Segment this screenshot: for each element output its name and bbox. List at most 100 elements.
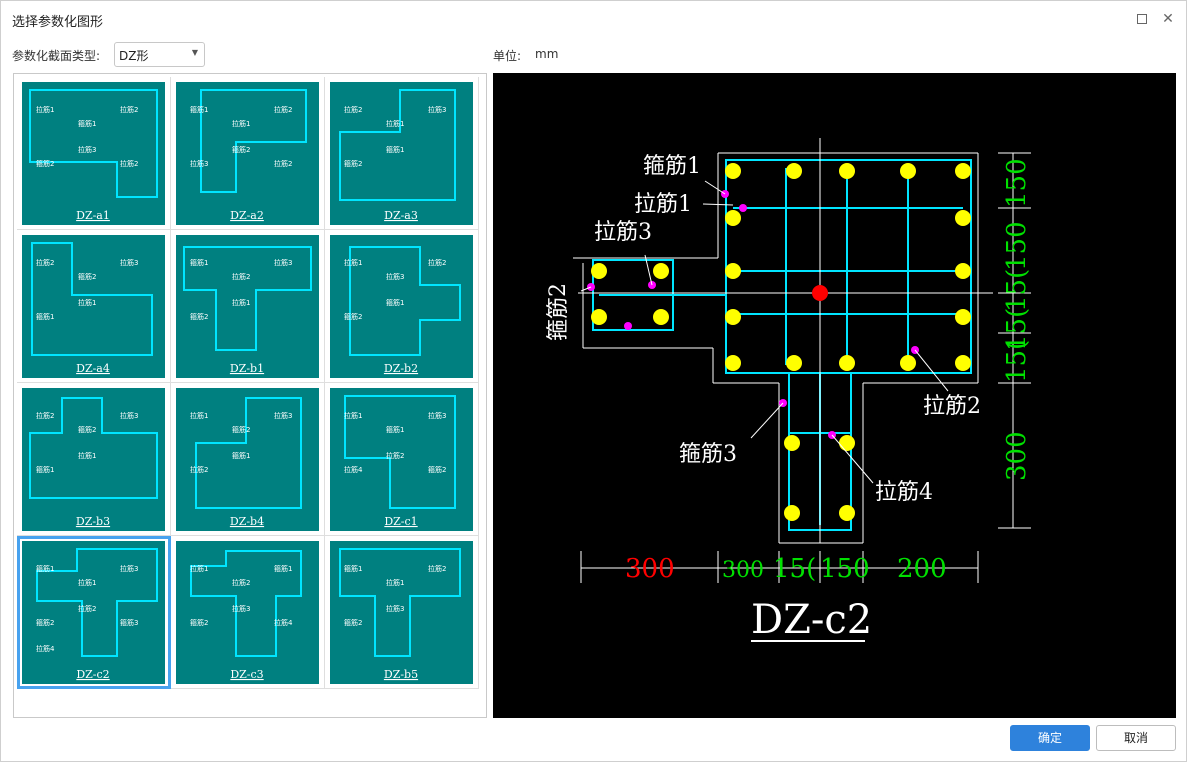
thumbnail-label: 箍筋2 [232,425,250,434]
dim-right-2: 150 [1002,221,1032,271]
thumbnail-label: 箍筋2 [344,312,362,321]
thumbnail-drawing: 拉筋2 拉筋1 拉筋3 箍筋2 箍筋1 DZ-a3 [330,82,473,225]
preview-drawing: 箍筋1 拉筋1 拉筋3 箍筋2 拉筋2 箍筋3 拉筋4 300 300 15(… [546,138,1032,643]
thumbnail-label: 箍筋1 [36,312,54,321]
shape-thumbnail[interactable]: 拉筋1 拉筋3 拉筋2 箍筋2 箍筋1 DZ-b2 [325,230,479,383]
thumbnail-label: 拉筋3 [120,564,138,573]
close-icon[interactable]: ✕ [1158,9,1178,29]
chevron-down-icon: ▼ [191,48,198,57]
thumbnail-label: 拉筋1 [78,298,96,307]
thumbnail-label: 拉筋3 [190,159,208,168]
shape-thumbnail[interactable]: 箍筋1 拉筋2 拉筋3 箍筋2 拉筋1 DZ-b1 [171,230,325,383]
thumbnail-label: 拉筋3 [428,411,446,420]
label-stirrup3: 箍筋3 [679,442,737,467]
preview-ties [599,168,963,525]
rebar-dot [839,355,855,371]
shape-thumbnail[interactable]: 拉筋2 拉筋1 拉筋3 箍筋2 箍筋1 DZ-a3 [325,77,479,230]
shape-thumbnail[interactable]: 拉筋1 箍筋1 拉筋2 箍筋2 拉筋3 拉筋2 DZ-a1 [17,77,171,230]
section-type-label: 参数化截面类型: [12,49,101,63]
shape-preview: 箍筋1 拉筋1 拉筋3 箍筋2 拉筋2 箍筋3 拉筋4 300 300 15(… [493,73,1176,718]
rebar-dot [784,435,800,451]
thumbnail-caption: DZ-b2 [384,362,418,375]
thumbnail-drawing: 拉筋2 箍筋2 拉筋3 箍筋1 拉筋1 DZ-b3 [22,388,165,531]
dialog-title: 选择参数化图形 [12,15,104,30]
thumbnail-label: 拉筋2 [274,105,292,114]
shape-thumbnail[interactable]: 拉筋1 拉筋2 箍筋1 箍筋2 拉筋3 拉筋4 DZ-c3 [171,536,325,689]
rebar-dot [839,163,855,179]
shape-thumbnail[interactable]: 拉筋2 箍筋2 拉筋3 箍筋1 拉筋1 DZ-a4 [17,230,171,383]
thumbnail-label: 箍筋2 [36,159,54,168]
rebar-dot [955,263,971,279]
rebar-dot [839,505,855,521]
tie-point [739,204,747,212]
thumbnail-label: 拉筋1 [190,564,208,573]
thumbnail-label: 拉筋2 [120,105,138,114]
rebar-dot [955,163,971,179]
thumbnail-label: 拉筋2 [428,564,446,573]
shape-thumbnail[interactable]: 箍筋1 拉筋1 拉筋2 拉筋3 箍筋2 拉筋2 DZ-a2 [171,77,325,230]
thumbnail-label: 箍筋1 [386,145,404,154]
thumbnail-drawing: 拉筋1 拉筋3 拉筋2 箍筋2 箍筋1 DZ-b2 [330,235,473,378]
shape-thumbnail[interactable]: 箍筋1 拉筋1 拉筋3 箍筋2 拉筋2 箍筋3 拉筋4 DZ-c2 [17,536,171,689]
cancel-button[interactable]: 取消 [1096,725,1176,751]
thumbnail-label: 箍筋2 [428,465,446,474]
thumbnail-drawing: 拉筋2 箍筋2 拉筋3 箍筋1 拉筋1 DZ-a4 [22,235,165,378]
thumbnail-caption: DZ-b5 [384,668,418,681]
thumbnail-label: 拉筋1 [36,105,54,114]
rebar-dot [784,505,800,521]
rebar-dot [955,210,971,226]
thumbnail-label: 拉筋1 [190,411,208,420]
rebar-dot [725,210,741,226]
thumbnail-label: 拉筋4 [344,465,363,474]
dim-bottom-2: 300 [722,558,764,583]
thumbnail-label: 拉筋1 [232,119,250,128]
preview-title: DZ-c2 [751,597,872,643]
rebar-dot [653,263,669,279]
dim-right-6: 300 [1002,431,1032,481]
thumbnail-label: 箍筋1 [274,564,292,573]
shape-thumbnail[interactable]: 拉筋1 箍筋2 拉筋3 拉筋2 箍筋1 DZ-b4 [171,383,325,536]
thumbnail-label: 箍筋2 [190,618,208,627]
dim-right-1: 150 [1002,158,1032,208]
rebar-dot [786,163,802,179]
thumbnail-label: 拉筋1 [386,578,404,587]
thumbnail-label: 拉筋2 [274,159,292,168]
thumbnail-caption: DZ-c3 [230,668,263,681]
unit-value: mm [535,47,559,61]
center-point [812,285,828,301]
section-type-select[interactable]: DZ形 ▼ [114,42,205,67]
ok-button[interactable]: 确定 [1010,725,1090,751]
rebar-dot [900,355,916,371]
thumbnail-label: 箍筋3 [120,618,138,627]
rebar-dot [591,309,607,325]
thumbnail-label: 拉筋3 [274,258,292,267]
dim-right-5: 15( [1002,340,1032,383]
rebar-dot [900,163,916,179]
thumbnail-label: 拉筋3 [120,258,138,267]
thumbnail-caption: DZ-a1 [76,209,110,222]
thumbnail-label: 箍筋1 [78,119,96,128]
thumbnail-drawing: 拉筋1 箍筋1 拉筋2 箍筋2 拉筋3 拉筋2 DZ-a1 [22,82,165,225]
shape-thumbnail[interactable]: 拉筋2 箍筋2 拉筋3 箍筋1 拉筋1 DZ-b3 [17,383,171,536]
section-type-value: DZ形 [119,49,149,63]
thumbnail-drawing: 拉筋1 箍筋2 拉筋3 拉筋2 箍筋1 DZ-b4 [176,388,319,531]
dim-bottom-1: 300 [625,554,675,584]
label-stirrup1: 箍筋1 [643,154,701,179]
thumbnail-label: 拉筋3 [274,411,292,420]
rebar-dot [955,309,971,325]
thumbnail-caption: DZ-a3 [384,209,418,222]
thumbnail-label: 拉筋2 [232,578,250,587]
rebar-dot [725,355,741,371]
thumbnail-label: 拉筋3 [232,604,250,613]
shape-thumbnail[interactable]: 拉筋1 箍筋1 拉筋3 拉筋4 拉筋2 箍筋2 DZ-c1 [325,383,479,536]
dim-bottom-3: 15( [773,554,816,584]
thumbnail-label: 拉筋2 [120,159,138,168]
shape-thumbnail[interactable]: 箍筋1 拉筋1 拉筋2 箍筋2 拉筋3 DZ-b5 [325,536,479,689]
thumbnail-label: 箍筋1 [386,298,404,307]
thumbnail-label: 拉筋1 [344,258,362,267]
thumbnail-label: 拉筋2 [232,272,250,281]
maximize-icon[interactable] [1132,9,1152,29]
thumbnail-label: 拉筋1 [78,451,96,460]
thumbnail-label: 拉筋1 [78,578,96,587]
thumbnail-label: 箍筋2 [232,145,250,154]
